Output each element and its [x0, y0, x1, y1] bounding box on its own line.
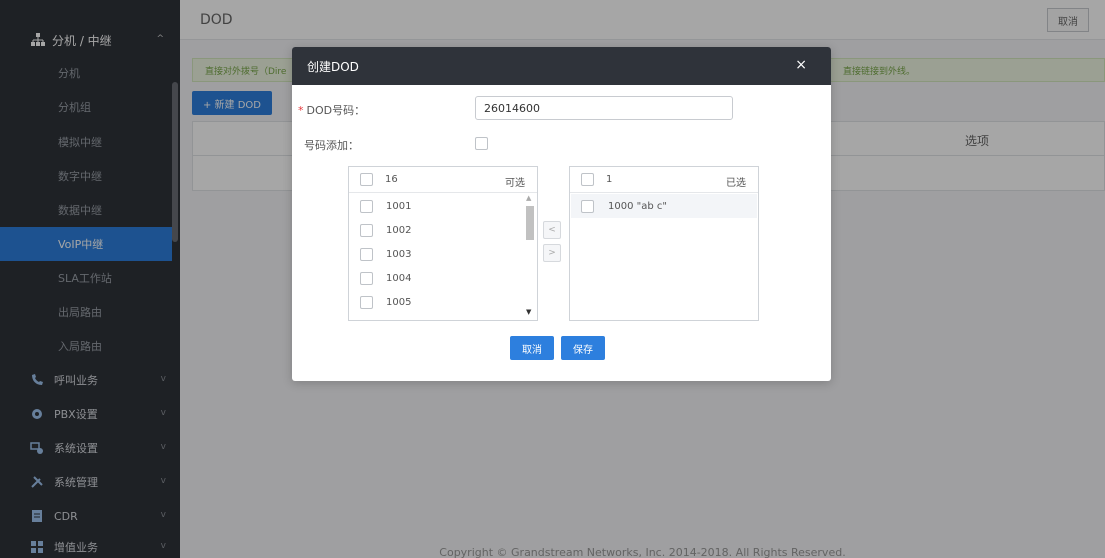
- number-add-label: 号码添加：: [304, 139, 359, 152]
- dod-number-label: * DOD号码：: [298, 102, 365, 118]
- required-marker: *: [298, 104, 304, 117]
- create-dod-dialog: 创建DOD × * DOD号码： 26014600 号码添加： 16 可选 100…: [292, 47, 831, 381]
- move-left-button[interactable]: <: [543, 221, 561, 239]
- selected-title: 已选: [726, 178, 746, 189]
- dialog-cancel-button[interactable]: 取消: [510, 336, 554, 360]
- list-item[interactable]: 1002: [360, 218, 411, 242]
- list-item-label: 1002: [386, 224, 412, 236]
- item-checkbox[interactable]: [360, 295, 373, 309]
- select-all-selected-checkbox[interactable]: [581, 173, 594, 186]
- list-item-label: 1005: [386, 296, 412, 308]
- list-item-label: 1003: [386, 248, 412, 260]
- list-item[interactable]: 1000 "ab c": [571, 194, 757, 218]
- number-add-checkbox[interactable]: [475, 137, 488, 150]
- dod-number-input[interactable]: 26014600: [475, 96, 733, 120]
- scroll-up-icon[interactable]: ▲: [526, 194, 531, 202]
- move-right-button[interactable]: >: [543, 244, 561, 262]
- scroll-down-icon[interactable]: ▼: [526, 308, 531, 316]
- selected-list-header: 1 已选: [570, 167, 758, 193]
- list-item-label: 1001: [386, 200, 412, 212]
- item-checkbox[interactable]: [581, 199, 594, 213]
- available-list-scrollbar[interactable]: ▲ ▼: [524, 194, 536, 320]
- item-checkbox[interactable]: [360, 199, 373, 213]
- list-item[interactable]: 1004: [360, 266, 411, 290]
- close-icon[interactable]: ×: [795, 57, 807, 73]
- scroll-thumb[interactable]: [526, 206, 534, 240]
- available-count: 16: [385, 174, 398, 185]
- select-all-available-checkbox[interactable]: [360, 173, 373, 186]
- list-item-label: 1000 "ab c": [608, 200, 667, 212]
- item-checkbox[interactable]: [360, 271, 373, 285]
- dialog-title: 创建DOD: [307, 59, 359, 74]
- list-item-label: 1004: [386, 272, 412, 284]
- available-list: 16 可选 1001 1002 1003 1004 1005 ▲ ▼: [348, 166, 538, 321]
- available-title: 可选: [505, 178, 525, 189]
- selected-list: 1 已选 1000 "ab c": [569, 166, 759, 321]
- item-checkbox[interactable]: [360, 247, 373, 261]
- dialog-save-button[interactable]: 保存: [561, 336, 605, 360]
- dod-number-label-text: DOD号码：: [306, 104, 366, 117]
- list-item[interactable]: 1001: [360, 194, 411, 218]
- item-checkbox[interactable]: [360, 223, 373, 237]
- available-list-header: 16 可选: [349, 167, 537, 193]
- list-item[interactable]: 1003: [360, 242, 411, 266]
- list-item[interactable]: 1005: [360, 290, 411, 314]
- selected-count: 1: [606, 174, 613, 185]
- dialog-header: 创建DOD ×: [292, 47, 831, 85]
